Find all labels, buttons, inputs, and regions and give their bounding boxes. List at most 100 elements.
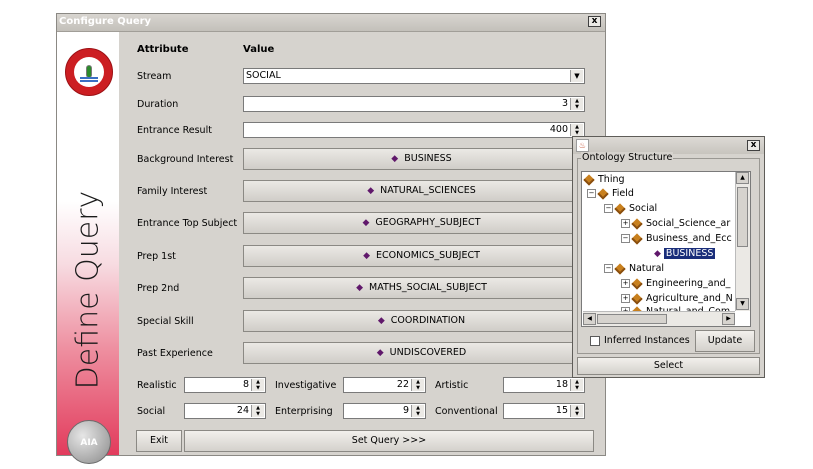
select-button[interactable]: Select <box>577 357 760 375</box>
inferred-instances-label: Inferred Instances <box>604 335 690 346</box>
tree-node-agriculture[interactable]: + Agriculture_and_N <box>621 292 733 305</box>
entrance-result-spinner[interactable]: 400 ▲ ▼ <box>243 122 585 138</box>
duration-label: Duration <box>137 99 179 110</box>
tree-node-label: BUSINESS <box>663 248 716 259</box>
spinner-arrows-icon[interactable]: ▲ ▼ <box>411 405 424 417</box>
family-interest-label: Family Interest <box>137 186 208 197</box>
individual-diamond-icon: ◆ <box>377 316 385 326</box>
spinner-arrows-icon[interactable]: ▲ ▼ <box>251 405 264 417</box>
tree-node-social[interactable]: − Social <box>604 202 657 215</box>
spinner-arrows-icon[interactable]: ▲ ▼ <box>570 98 583 110</box>
entrance-result-value: 400 <box>549 124 568 135</box>
prep-2nd-button[interactable]: ◆ MATHS_SOCIAL_SUBJECT <box>243 277 600 299</box>
collapse-icon[interactable]: − <box>587 189 596 198</box>
prep-2nd-value: MATHS_SOCIAL_SUBJECT <box>369 282 487 293</box>
special-skill-value: COORDINATION <box>390 315 466 326</box>
ontology-structure-legend: Ontology Structure <box>581 152 674 163</box>
spinner-arrows-icon[interactable]: ▲ ▼ <box>251 379 264 391</box>
individual-diamond-icon: ◆ <box>654 249 661 259</box>
family-interest-button[interactable]: ◆ NATURAL_SCIENCES <box>243 180 600 202</box>
collapse-icon[interactable]: − <box>621 234 630 243</box>
scroll-left-icon[interactable]: ◀ <box>583 313 596 325</box>
horizontal-scrollbar[interactable]: ◀ ▶ <box>583 311 735 326</box>
aia-logo: AIA <box>67 420 111 464</box>
title-bar[interactable]: Configure Query x <box>57 14 605 32</box>
individual-diamond-icon: ◆ <box>367 186 375 196</box>
stream-select[interactable]: SOCIAL ▼ <box>243 68 585 84</box>
duration-spinner[interactable]: 3 ▲ ▼ <box>243 96 585 112</box>
tree-node-social-science[interactable]: + Social_Science_ar <box>621 217 730 230</box>
tree-node-engineering[interactable]: + Engineering_and_ <box>621 277 730 290</box>
enterprising-spinner[interactable]: 9 ▲ ▼ <box>343 403 426 419</box>
close-button[interactable]: x <box>588 16 601 27</box>
enterprising-value: 9 <box>402 405 409 416</box>
spinner-arrows-icon[interactable]: ▲ ▼ <box>570 124 583 136</box>
define-query-title: Define Query <box>70 190 106 390</box>
stream-value: SOCIAL <box>246 70 281 81</box>
java-icon: ♨ <box>576 139 589 152</box>
entrance-top-subject-value: GEOGRAPHY_SUBJECT <box>375 217 481 228</box>
set-query-button[interactable]: Set Query >>> <box>184 430 594 452</box>
entrance-result-label: Entrance Result <box>137 125 212 136</box>
investigative-spinner[interactable]: 22 ▲ ▼ <box>343 377 426 393</box>
tree-node-natural[interactable]: − Natural <box>604 262 664 275</box>
collapse-icon[interactable]: − <box>604 264 613 273</box>
artistic-spinner[interactable]: 18 ▲ ▼ <box>503 377 585 393</box>
spinner-arrows-icon[interactable]: ▲ ▼ <box>570 379 583 391</box>
prep-1st-label: Prep 1st <box>137 251 176 262</box>
inferred-instances-checkbox[interactable] <box>590 336 600 346</box>
chevron-down-icon[interactable]: ▼ <box>570 70 583 82</box>
vertical-scroll-thumb[interactable] <box>737 187 748 247</box>
tree-node-business-eco[interactable]: − Business_and_Ecc <box>621 232 732 245</box>
class-icon <box>631 217 643 230</box>
realistic-spinner[interactable]: 8 ▲ ▼ <box>184 377 266 393</box>
expand-icon[interactable]: + <box>621 279 630 288</box>
individual-diamond-icon: ◆ <box>362 218 370 228</box>
enterprising-label: Enterprising <box>275 406 333 417</box>
background-interest-button[interactable]: ◆ BUSINESS <box>243 148 600 170</box>
artistic-label: Artistic <box>435 380 469 391</box>
prep-1st-button[interactable]: ◆ ECONOMICS_SUBJECT <box>243 245 600 267</box>
individual-diamond-icon: ◆ <box>356 283 363 293</box>
university-seal-logo <box>65 48 113 96</box>
attribute-header: Attribute <box>137 44 189 55</box>
realistic-label: Realistic <box>137 380 177 391</box>
individual-diamond-icon: ◆ <box>391 154 399 164</box>
conventional-spinner[interactable]: 15 ▲ ▼ <box>503 403 585 419</box>
realistic-value: 8 <box>242 379 249 390</box>
conventional-label: Conventional <box>435 406 498 417</box>
tree-node-business[interactable]: ◆ BUSINESS <box>654 248 716 259</box>
exit-button[interactable]: Exit <box>136 430 182 452</box>
ontology-tree[interactable]: Thing − Field − Social + Social_Science_ar … <box>581 171 751 327</box>
class-icon <box>631 292 643 305</box>
past-experience-label: Past Experience <box>137 348 213 359</box>
tree-node-label: Business_and_Ecc <box>646 233 732 244</box>
special-skill-button[interactable]: ◆ COORDINATION <box>243 310 600 332</box>
collapse-icon[interactable]: − <box>604 204 613 213</box>
update-button[interactable]: Update <box>695 330 755 352</box>
scroll-up-icon[interactable]: ▲ <box>736 172 749 184</box>
past-experience-button[interactable]: ◆ UNDISCOVERED <box>243 342 600 364</box>
entrance-top-subject-button[interactable]: ◆ GEOGRAPHY_SUBJECT <box>243 212 600 234</box>
social-spinner[interactable]: 24 ▲ ▼ <box>184 403 266 419</box>
class-icon <box>631 232 643 245</box>
individual-diamond-icon: ◆ <box>376 348 384 358</box>
scroll-right-icon[interactable]: ▶ <box>722 313 735 325</box>
special-skill-label: Special Skill <box>137 316 194 327</box>
popup-close-button[interactable]: x <box>747 140 760 151</box>
investigative-label: Investigative <box>275 380 337 391</box>
class-icon <box>583 173 595 186</box>
scroll-down-icon[interactable]: ▼ <box>736 298 749 310</box>
tree-node-thing[interactable]: Thing <box>583 173 625 186</box>
duration-value: 3 <box>561 98 568 109</box>
tree-node-field[interactable]: − Field <box>587 187 634 200</box>
value-header: Value <box>243 44 275 55</box>
expand-icon[interactable]: + <box>621 294 630 303</box>
investigative-value: 22 <box>396 379 409 390</box>
horizontal-scroll-thumb[interactable] <box>597 314 667 324</box>
individual-diamond-icon: ◆ <box>363 251 371 261</box>
expand-icon[interactable]: + <box>621 219 630 228</box>
background-interest-value: BUSINESS <box>404 153 452 164</box>
spinner-arrows-icon[interactable]: ▲ ▼ <box>411 379 424 391</box>
spinner-arrows-icon[interactable]: ▲ ▼ <box>570 405 583 417</box>
